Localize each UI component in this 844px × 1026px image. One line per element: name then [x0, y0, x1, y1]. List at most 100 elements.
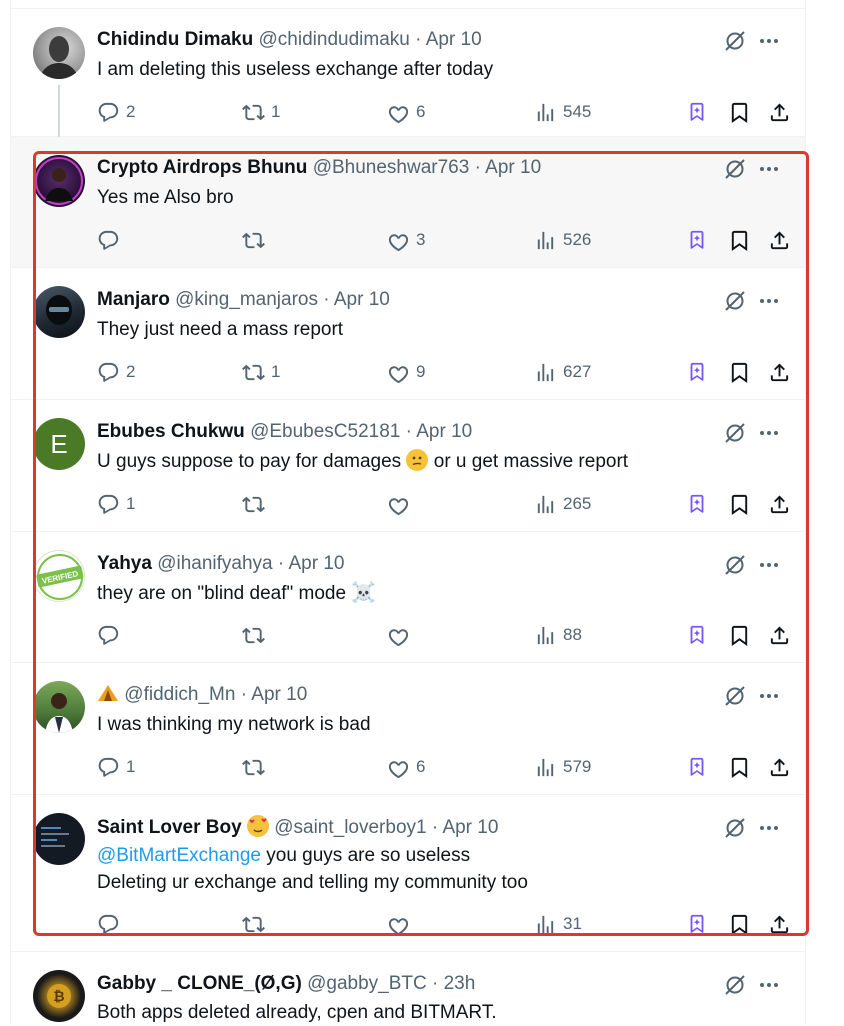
grok-bookmark-button[interactable] — [686, 911, 708, 937]
grok-icon[interactable] — [723, 157, 747, 181]
bookmark-button[interactable] — [728, 754, 751, 780]
grok-bookmark-button[interactable] — [686, 359, 708, 385]
views-button[interactable]: 265 — [534, 491, 591, 517]
like-button[interactable]: 9 — [387, 359, 425, 385]
display-name[interactable]: Yahya — [97, 553, 152, 574]
bookmark-button[interactable] — [728, 911, 751, 937]
avatar[interactable] — [33, 27, 85, 79]
user-handle[interactable]: @fiddich_Mn — [124, 684, 235, 705]
avatar[interactable] — [33, 813, 85, 865]
views-button[interactable]: 627 — [534, 359, 591, 385]
grok-bookmark-button[interactable] — [686, 622, 708, 648]
reply-button[interactable]: 1 — [97, 754, 135, 780]
mention-link[interactable]: @BitMartExchange — [97, 845, 261, 866]
tweet-date[interactable]: Apr 10 — [426, 29, 482, 50]
grok-bookmark-button[interactable] — [686, 227, 708, 253]
share-button[interactable] — [768, 227, 791, 253]
user-handle[interactable]: @Bhuneshwar763 — [313, 157, 470, 178]
repost-button[interactable]: 1 — [242, 99, 280, 125]
tweet-date[interactable]: Apr 10 — [334, 289, 390, 310]
tweet-bhunu[interactable]: Crypto Airdrops Bhunu @Bhuneshwar763 · A… — [11, 137, 805, 268]
bookmark-button[interactable] — [728, 622, 751, 648]
grok-bookmark-button[interactable] — [686, 491, 708, 517]
share-button[interactable] — [768, 491, 791, 517]
avatar[interactable] — [33, 155, 85, 207]
like-button[interactable] — [387, 911, 416, 937]
tweet-date[interactable]: Apr 10 — [251, 684, 307, 705]
tweet-fiddich[interactable]: @fiddich_Mn · Apr 10 I was thinking my n… — [11, 663, 805, 795]
user-handle[interactable]: @saint_loverboy1 — [274, 817, 426, 838]
user-handle[interactable]: @ihanifyahya — [157, 553, 272, 574]
reply-button[interactable]: 2 — [97, 99, 135, 125]
display-name[interactable]: Chidindu Dimaku — [97, 29, 253, 50]
repost-button[interactable] — [242, 491, 271, 517]
tweet-chidindu[interactable]: Chidindu Dimaku @chidindudimaku · Apr 10… — [11, 8, 805, 147]
grok-icon[interactable] — [723, 816, 747, 840]
share-button[interactable] — [768, 622, 791, 648]
share-button[interactable] — [768, 911, 791, 937]
repost-button[interactable] — [242, 754, 271, 780]
more-icon[interactable] — [757, 289, 781, 313]
more-icon[interactable] — [757, 816, 781, 840]
user-handle[interactable]: @gabby_BTC — [307, 973, 427, 994]
share-button[interactable] — [768, 754, 791, 780]
more-icon[interactable] — [757, 29, 781, 53]
repost-button[interactable] — [242, 622, 271, 648]
grok-icon[interactable] — [723, 289, 747, 313]
views-button[interactable]: 31 — [534, 911, 582, 937]
views-button[interactable]: 545 — [534, 99, 591, 125]
grok-icon[interactable] — [723, 553, 747, 577]
like-button[interactable]: 3 — [387, 227, 425, 253]
tweet-saint-lover-boy[interactable]: Saint Lover Boy @saint_loverboy1 · Apr 1… — [11, 795, 805, 952]
tweet-gabby[interactable]: ₿ Gabby _ CLONE_(Ø,G) @gabby_BTC · 23h B… — [11, 952, 805, 1024]
tweet-manjaro[interactable]: Manjaro @king_manjaros · Apr 10 They jus… — [11, 268, 805, 400]
avatar[interactable] — [33, 681, 85, 733]
tweet-date[interactable]: Apr 10 — [442, 817, 498, 838]
bookmark-button[interactable] — [728, 359, 751, 385]
like-button[interactable]: 6 — [387, 99, 425, 125]
like-button[interactable] — [387, 622, 416, 648]
grok-icon[interactable] — [723, 421, 747, 445]
repost-button[interactable] — [242, 227, 271, 253]
avatar[interactable]: E — [33, 418, 85, 470]
reply-button[interactable]: 1 — [97, 491, 135, 517]
grok-bookmark-button[interactable] — [686, 99, 708, 125]
grok-icon[interactable] — [723, 973, 747, 997]
more-icon[interactable] — [757, 553, 781, 577]
repost-button[interactable] — [242, 911, 271, 937]
display-name[interactable]: Manjaro — [97, 289, 170, 310]
tweet-date[interactable]: Apr 10 — [485, 157, 541, 178]
views-button[interactable]: 526 — [534, 227, 591, 253]
display-name[interactable]: Ebubes Chukwu — [97, 421, 245, 442]
share-button[interactable] — [768, 359, 791, 385]
like-button[interactable] — [387, 491, 416, 517]
user-handle[interactable]: @EbubesC52181 — [250, 421, 400, 442]
grok-bookmark-button[interactable] — [686, 754, 708, 780]
bookmark-button[interactable] — [728, 491, 751, 517]
repost-button[interactable]: 1 — [242, 359, 280, 385]
tweet-ebubes[interactable]: E Ebubes Chukwu @EbubesC52181 · Apr 10 U… — [11, 400, 805, 532]
reply-button[interactable] — [97, 911, 126, 937]
reply-button[interactable]: 2 — [97, 359, 135, 385]
bookmark-button[interactable] — [728, 227, 751, 253]
reply-button[interactable] — [97, 227, 126, 253]
tweet-date[interactable]: 23h — [444, 973, 476, 994]
tweet-date[interactable]: Apr 10 — [416, 421, 472, 442]
tweet-date[interactable]: Apr 10 — [288, 553, 344, 574]
share-button[interactable] — [768, 99, 791, 125]
more-icon[interactable] — [757, 684, 781, 708]
more-icon[interactable] — [757, 421, 781, 445]
reply-button[interactable] — [97, 622, 126, 648]
grok-icon[interactable] — [723, 684, 747, 708]
views-button[interactable]: 579 — [534, 754, 591, 780]
user-handle[interactable]: @king_manjaros — [175, 289, 318, 310]
more-icon[interactable] — [757, 973, 781, 997]
avatar[interactable]: ₿ — [33, 970, 85, 1022]
display-name[interactable]: Saint Lover Boy — [97, 817, 242, 838]
display-name[interactable]: Gabby _ CLONE_(Ø,G) — [97, 973, 302, 994]
avatar[interactable] — [33, 286, 85, 338]
grok-icon[interactable] — [723, 29, 747, 53]
tweet-yahya[interactable]: VERIFIED Yahya @ihanifyahya · Apr 10 the… — [11, 532, 805, 663]
bookmark-button[interactable] — [728, 99, 751, 125]
display-name[interactable]: Crypto Airdrops Bhunu — [97, 157, 307, 178]
